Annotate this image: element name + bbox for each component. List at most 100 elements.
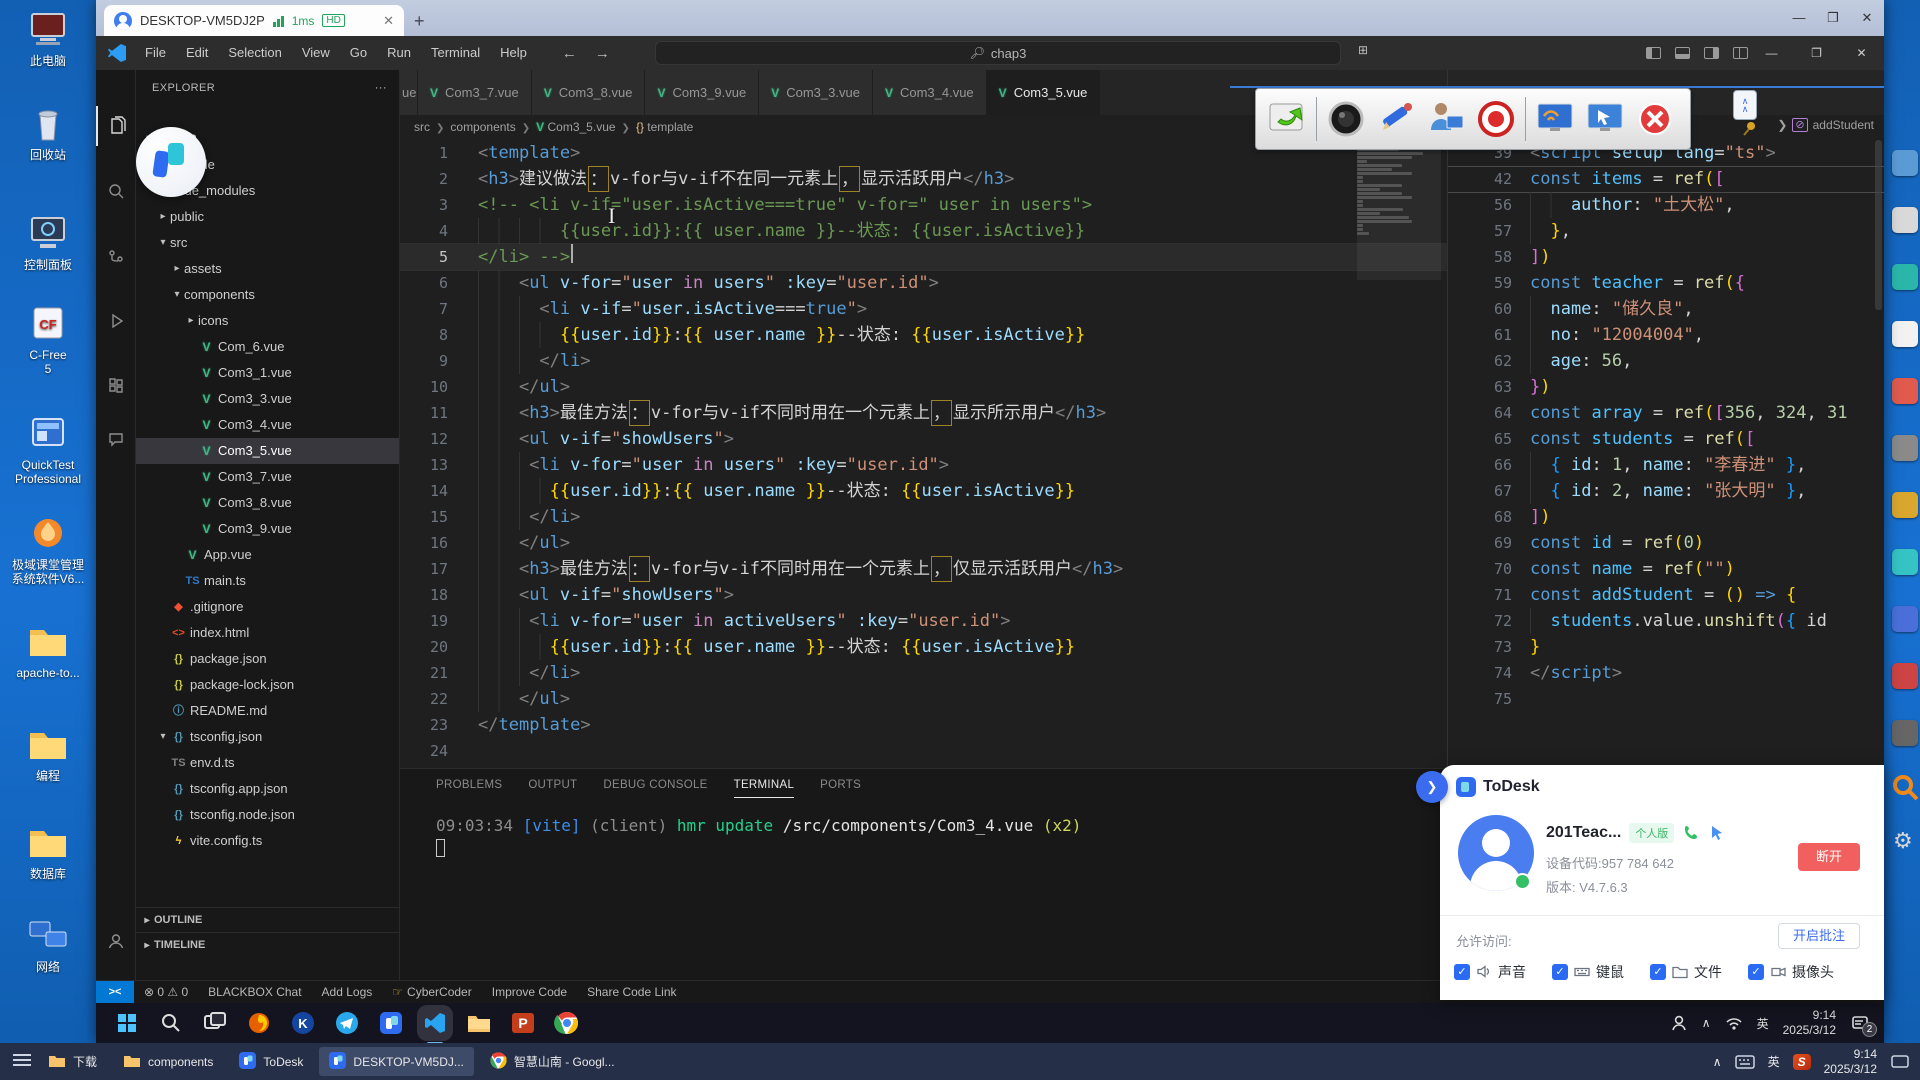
- remote-session-tab[interactable]: DESKTOP-VM5DJ2P 1ms HD ✕: [104, 5, 404, 36]
- toggle-sidebar-icon[interactable]: [1646, 47, 1661, 59]
- enable-annotation-button[interactable]: 开启批注: [1778, 923, 1860, 949]
- chrome-taskbar-icon[interactable]: [554, 1010, 580, 1036]
- desktop-shortcut-icon[interactable]: [1892, 492, 1918, 518]
- kapp-taskbar-icon[interactable]: K: [290, 1010, 316, 1036]
- menu-file[interactable]: File: [136, 36, 175, 70]
- remote-indicator[interactable]: ><: [96, 981, 134, 1004]
- desktop-shortcut-icon[interactable]: [1892, 549, 1918, 575]
- file-tree-item[interactable]: VCom3_5.vue: [136, 438, 399, 464]
- chat-icon[interactable]: [96, 419, 136, 459]
- panel-tab-problems[interactable]: PROBLEMS: [436, 779, 502, 798]
- menu-run[interactable]: Run: [378, 36, 420, 70]
- panel-collapse-icon[interactable]: ❯: [1416, 771, 1448, 803]
- bird-taskbar-icon[interactable]: [334, 1010, 360, 1036]
- ime-language[interactable]: 英: [1768, 1053, 1780, 1070]
- snagit-icon[interactable]: S: [1793, 1054, 1811, 1070]
- desktop-icon-极域课堂管理 系统软件V6...[interactable]: 极域课堂管理系统软件V6...: [2, 514, 94, 586]
- vscode-close-icon[interactable]: ✕: [1839, 36, 1884, 70]
- permission-3[interactable]: ✓摄像头: [1748, 961, 1834, 982]
- checkbox-checked-icon[interactable]: ✓: [1454, 964, 1470, 980]
- local-clock[interactable]: 9:142025/3/12: [1824, 1047, 1877, 1077]
- pencil-icon[interactable]: [1375, 96, 1417, 142]
- status-item[interactable]: ☞CyberCoder: [392, 985, 471, 999]
- cursor-icon[interactable]: [1708, 824, 1726, 842]
- desktop-shortcut-icon[interactable]: [1892, 663, 1918, 689]
- close-icon[interactable]: [1634, 96, 1676, 142]
- file-tree-item[interactable]: ▾{}tsconfig.json: [136, 724, 399, 750]
- desktop-icon-网络[interactable]: 网络: [2, 916, 94, 974]
- breadcrumb-segment[interactable]: components: [450, 120, 515, 134]
- editor-tab[interactable]: VCom3_4.vue: [873, 70, 987, 115]
- file-tree-item[interactable]: VCom3_9.vue: [136, 516, 399, 542]
- todesk-taskbar-icon[interactable]: [378, 1010, 404, 1036]
- desktop-icon-C-Free 5[interactable]: CFC-Free5: [2, 304, 94, 376]
- file-tree-item[interactable]: ▾src: [136, 230, 399, 256]
- desktop-shortcut-icon[interactable]: [1892, 606, 1918, 632]
- folder-taskbar-icon[interactable]: [466, 1010, 492, 1036]
- file-tree-item[interactable]: ϟvite.config.ts: [136, 828, 399, 854]
- ppt-taskbar-icon[interactable]: P: [510, 1010, 536, 1036]
- file-tree-item[interactable]: {}tsconfig.app.json: [136, 776, 399, 802]
- panel-tab-ports[interactable]: PORTS: [820, 779, 861, 798]
- pin-icon[interactable]: [1741, 121, 1757, 137]
- search-icon[interactable]: [96, 171, 136, 211]
- status-item[interactable]: Add Logs: [322, 985, 373, 999]
- desktop-shortcut-icon[interactable]: [1892, 435, 1918, 461]
- file-tree-item[interactable]: TSenv.d.ts: [136, 750, 399, 776]
- toolbar-collapse-icon[interactable]: ∧∧: [1733, 90, 1757, 120]
- close-session-icon[interactable]: ✕: [383, 13, 394, 29]
- record-icon[interactable]: [1475, 96, 1517, 142]
- status-item[interactable]: BLACKBOX Chat: [208, 985, 301, 999]
- disconnect-button[interactable]: 断开: [1798, 843, 1860, 871]
- menu-edit[interactable]: Edit: [177, 36, 217, 70]
- permission-2[interactable]: ✓文件: [1650, 961, 1722, 982]
- editor-tab[interactable]: VCom3_7.vue: [418, 70, 532, 115]
- checkbox-checked-icon[interactable]: ✓: [1748, 964, 1764, 980]
- new-session-button[interactable]: +: [414, 11, 425, 32]
- tray-chevron-icon[interactable]: ∧: [1702, 1016, 1711, 1030]
- desktop-icon-此电脑[interactable]: 此电脑: [2, 10, 94, 68]
- desktop-icon-apache-to...[interactable]: apache-to...: [2, 622, 94, 680]
- monitor-broadcast-icon[interactable]: [1534, 96, 1576, 142]
- file-tree-item[interactable]: {}package.json: [136, 646, 399, 672]
- firefox-taskbar-icon[interactable]: [246, 1010, 272, 1036]
- taskbar-window-下载[interactable]: 下载: [38, 1047, 107, 1076]
- notification-icon[interactable]: 2: [1850, 1013, 1870, 1033]
- file-tree-item[interactable]: VCom3_7.vue: [136, 464, 399, 490]
- checkbox-checked-icon[interactable]: ✓: [1552, 964, 1568, 980]
- forward-button[interactable]: →: [595, 45, 610, 62]
- problems-status[interactable]: ⊗ 0 ⚠ 0: [144, 985, 188, 999]
- desktop-icon-控制面板[interactable]: 控制面板: [2, 214, 94, 272]
- ime-language[interactable]: 英: [1757, 1015, 1769, 1032]
- desktop-icon-编程[interactable]: 编程: [2, 725, 94, 783]
- desktop-shortcut-icon[interactable]: [1892, 207, 1918, 233]
- search-taskbar-icon[interactable]: [158, 1010, 184, 1036]
- student-demo-icon[interactable]: [1425, 96, 1467, 142]
- start-taskbar-icon[interactable]: [114, 1010, 140, 1036]
- open-browser-icon[interactable]: ⊞: [1350, 43, 1376, 63]
- todesk-floating-ball[interactable]: [136, 127, 206, 197]
- taskbar-window-ToDesk[interactable]: ToDesk: [229, 1047, 313, 1076]
- file-tree-item[interactable]: ▸icons: [136, 308, 399, 334]
- editor-tab[interactable]: VCom3_8.vue: [532, 70, 646, 115]
- menu-help[interactable]: Help: [491, 36, 536, 70]
- file-tree-item[interactable]: TSmain.ts: [136, 568, 399, 594]
- remote-clock[interactable]: 9:142025/3/12: [1783, 1008, 1836, 1038]
- permission-1[interactable]: ✓键鼠: [1552, 961, 1624, 982]
- desktop-icon-回收站[interactable]: 回收站: [2, 104, 94, 162]
- file-tree-item[interactable]: ◆.gitignore: [136, 594, 399, 620]
- desktop-shortcut-icon[interactable]: [1892, 150, 1918, 176]
- status-item[interactable]: Share Code Link: [587, 985, 676, 999]
- permission-0[interactable]: ✓声音: [1454, 961, 1526, 982]
- taskbar-window-DESKTOP-VM5DJ...[interactable]: DESKTOP-VM5DJ...: [319, 1047, 473, 1076]
- file-tree-item[interactable]: VCom_6.vue: [136, 334, 399, 360]
- camera-lens-icon[interactable]: [1325, 96, 1367, 142]
- vscode-maximize-icon[interactable]: ❐: [1794, 36, 1839, 70]
- editor-tab[interactable]: VCom3_5.vue: [987, 70, 1101, 115]
- scrollbar[interactable]: [1875, 140, 1882, 310]
- tray-chevron-icon[interactable]: ∧: [1713, 1055, 1722, 1069]
- desktop-shortcut-icon[interactable]: [1892, 264, 1918, 290]
- file-tree-item[interactable]: ▸assets: [136, 256, 399, 282]
- phone-icon[interactable]: [1682, 824, 1700, 842]
- desktop-shortcut-icon[interactable]: [1892, 378, 1918, 404]
